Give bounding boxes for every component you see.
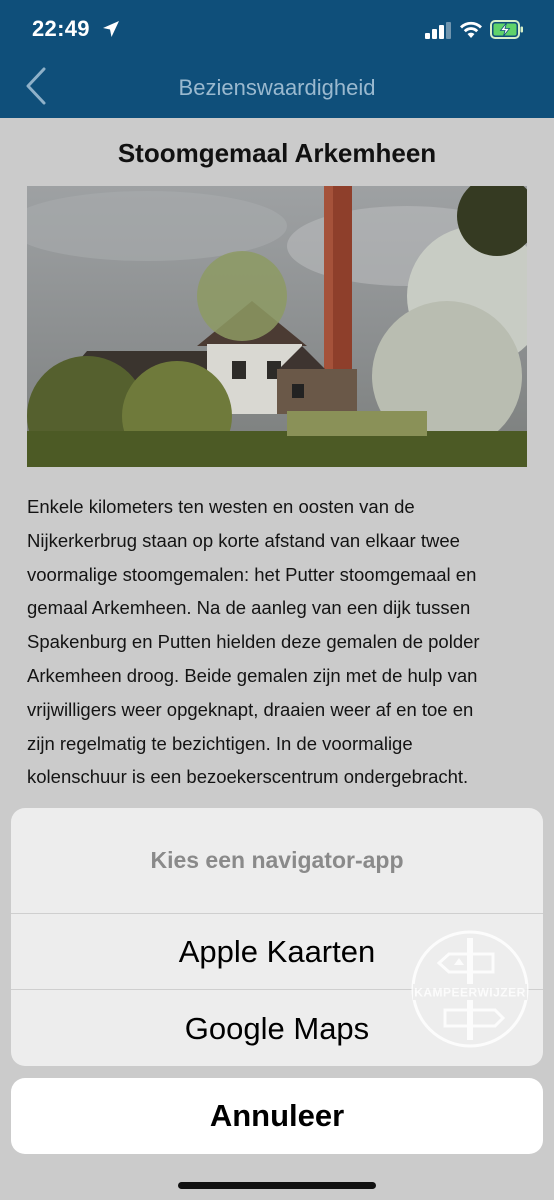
description-line: Enkele kilometers ten westen en oosten v… <box>27 496 415 517</box>
action-sheet-title: Kies een navigator-app <box>11 808 543 914</box>
nav-title: Bezienswaardigheid <box>178 75 376 100</box>
watermark-text: KAMPEERWIJZER <box>414 986 526 1000</box>
description-line: vrijwilligers weer opgeknapt, draaien we… <box>27 698 474 720</box>
hero-photo <box>27 186 527 467</box>
hero-photo-illustration <box>27 186 527 467</box>
navigator-action-sheet: Kies een navigator-app Apple Kaarten Goo… <box>11 808 543 1066</box>
description-line: gemaal Arkemheen. Na de aanleg van een d… <box>27 597 471 619</box>
wifi-icon <box>460 21 482 38</box>
description-line: Spakenburg en Putten hielden deze gemale… <box>27 631 480 653</box>
app-header: 22:49 Bezienswaardigheid <box>0 0 554 118</box>
cancel-button[interactable]: Annuleer <box>11 1078 543 1154</box>
description-line: Arkemheen droog. Beide gemalen zijn met … <box>27 664 478 686</box>
description-line: kolenschuur is een bezoekerscentrum onde… <box>27 766 469 788</box>
kampeerwijzer-logo: KAMPEERWIJZER <box>411 930 529 1048</box>
status-time: 22:49 <box>32 16 90 41</box>
page-title: Stoomgemaal Arkemheen <box>117 138 437 168</box>
navigation-bar: Bezienswaardigheid <box>0 60 554 118</box>
battery-charging-icon <box>490 20 523 39</box>
description-line: Nijkerkerbrug staan op korte afstand van… <box>27 529 460 551</box>
home-indicator <box>178 1182 376 1189</box>
cellular-signal-icon <box>425 22 451 39</box>
description-line: zijn regelmatig te bezichtigen. In de vo… <box>27 732 413 754</box>
status-bar: 22:49 <box>0 0 554 60</box>
description-text: Enkele kilometers ten westen en oosten v… <box>27 490 532 794</box>
location-arrow-icon <box>103 21 119 37</box>
description-line: voormalige stoomgemalen: het Putter stoo… <box>27 563 477 585</box>
